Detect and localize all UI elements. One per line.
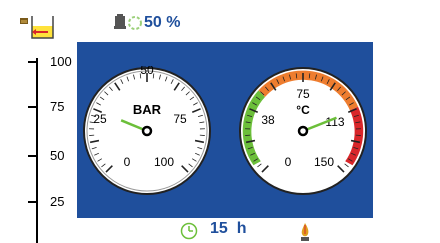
temp-tick-38: 38 [261, 113, 275, 127]
operating-hours: 15 h [210, 220, 247, 237]
temperature-unit: °C [296, 103, 310, 117]
pressure-gauge: 50 25 75 0 100 BAR [83, 66, 211, 195]
pressure-tick-0: 0 [124, 155, 131, 169]
level-label-50: 50 [50, 148, 65, 163]
level-label-100: 100 [50, 54, 72, 69]
temperature-hub [297, 125, 309, 137]
tank-level-icon [20, 16, 54, 39]
pressure-tick-50: 50 [140, 66, 154, 77]
pump-speed-icon [114, 14, 142, 30]
pressure-unit: BAR [133, 102, 162, 117]
temp-tick-0: 0 [285, 155, 292, 169]
temp-tick-75: 75 [296, 87, 310, 101]
pressure-tick-25: 25 [93, 112, 107, 126]
temperature-gauge: 75 38 113 0 150 °C [239, 67, 367, 195]
fill-percent-value: 50 % [144, 14, 181, 31]
pressure-tick-100: 100 [154, 155, 174, 169]
pressure-hub [141, 125, 153, 137]
clock-icon [180, 222, 198, 240]
flame-icon [301, 223, 309, 241]
temp-tick-150: 150 [314, 155, 334, 169]
pressure-tick-75: 75 [173, 112, 187, 126]
level-label-75: 75 [50, 99, 65, 114]
level-tick [28, 201, 38, 203]
level-tick [28, 61, 38, 63]
level-label-25: 25 [50, 194, 65, 209]
level-scale-axis [36, 58, 38, 243]
level-tick [28, 155, 38, 157]
level-tick [28, 106, 38, 108]
